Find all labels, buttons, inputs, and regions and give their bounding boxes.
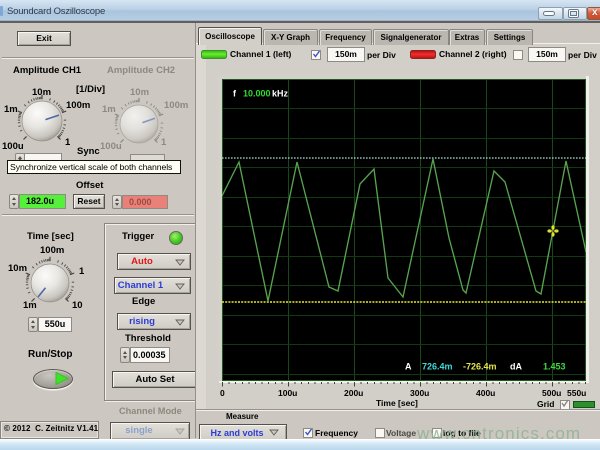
svg-text:10.000: 10.000: [243, 89, 271, 99]
svg-text:dA: dA: [510, 362, 522, 372]
svg-text:kHz: kHz: [272, 89, 289, 99]
svg-text:1.453: 1.453: [543, 362, 566, 372]
svg-text:A: A: [405, 362, 412, 372]
svg-text:726.4m: 726.4m: [422, 362, 453, 372]
svg-text:-726.4m: -726.4m: [463, 362, 497, 372]
